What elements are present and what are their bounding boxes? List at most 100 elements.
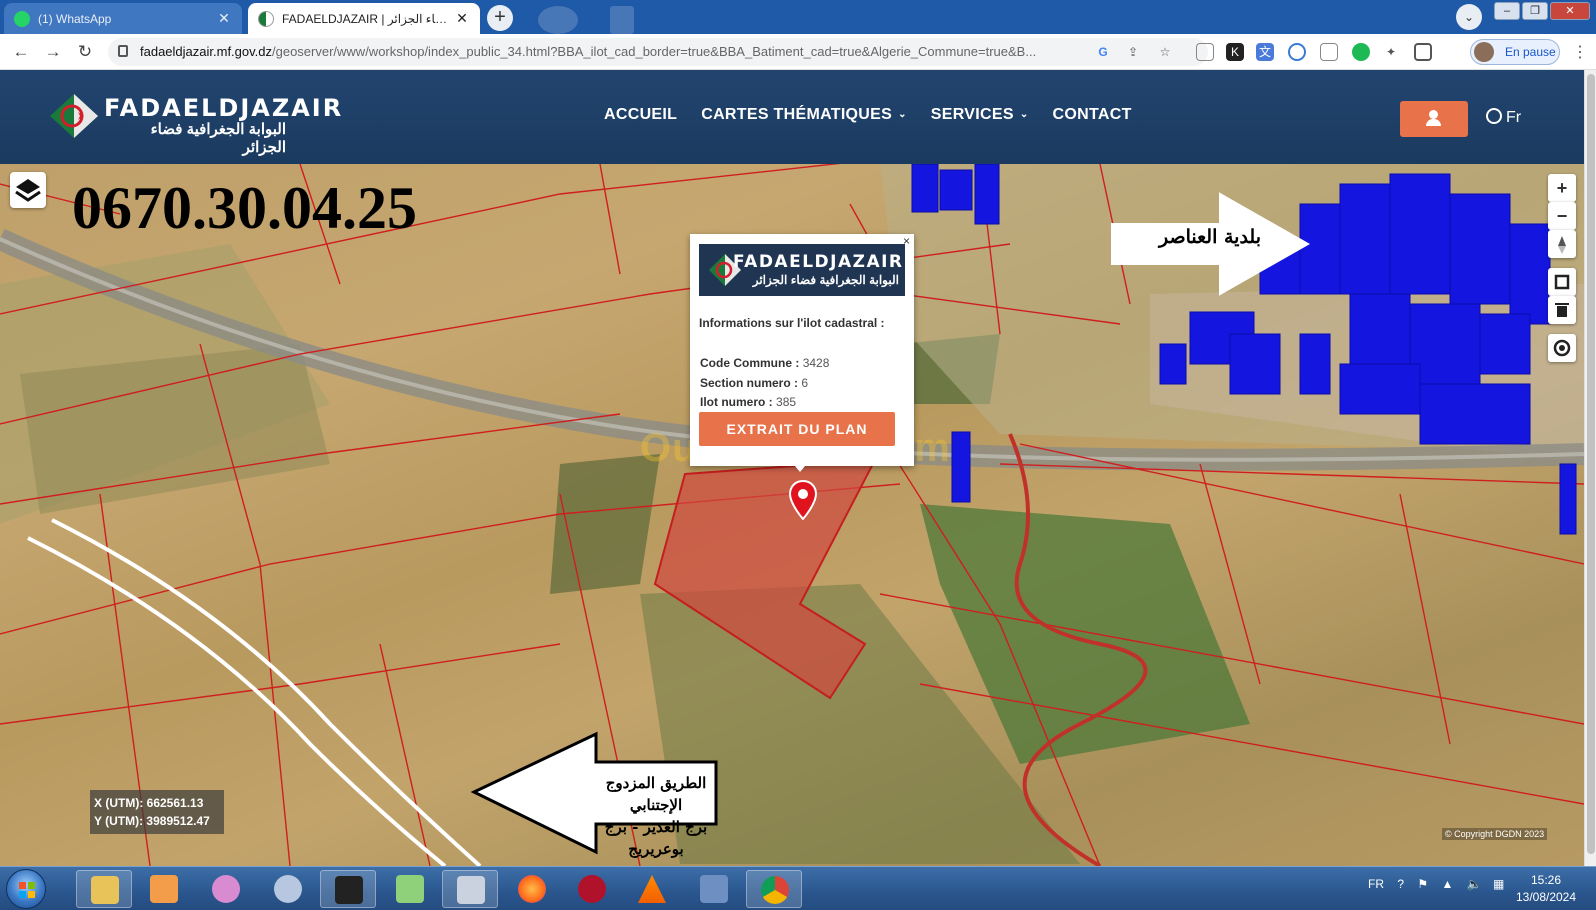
map-copyright: © Copyright DGDN 2023 (1442, 828, 1548, 840)
circle-extension-icon[interactable] (1288, 43, 1306, 61)
taskbar-notes[interactable] (382, 870, 438, 908)
taskbar-app-red[interactable] (564, 870, 620, 908)
extrait-du-plan-button[interactable]: EXTRAIT DU PLAN (699, 412, 895, 446)
map-marker-icon[interactable] (789, 480, 817, 520)
browser-tab-strip: (1) WhatsApp ✕ FADAELDJAZAIR | البوابة ا… (0, 0, 1596, 34)
road-label-line: برج الغدير - برج بوعريريج (604, 818, 708, 858)
user-login-button[interactable] (1400, 101, 1468, 137)
windows-logo-icon (19, 882, 35, 898)
utm-coordinates-readout: X (UTM): 662561.13 Y (UTM): 3989512.47 (90, 790, 224, 834)
taskbar-paint[interactable] (198, 870, 254, 908)
language-selector[interactable]: Fr (1486, 108, 1521, 127)
taskbar-file-explorer[interactable] (76, 870, 132, 908)
delete-drawing-button[interactable] (1548, 296, 1576, 324)
profile-label: En pause (1505, 45, 1556, 59)
taskbar-app-dark[interactable] (320, 870, 376, 908)
google-icon[interactable]: G (1094, 43, 1112, 61)
map-canvas[interactable]: 0670.30.04.25 بلدية العناصر الطريق المزد… (0, 164, 1584, 866)
forward-icon[interactable]: → (42, 41, 64, 63)
avatar (1474, 42, 1494, 62)
popup-pointer (790, 460, 810, 472)
zoom-out-button[interactable]: − (1548, 202, 1576, 230)
url-host: fadaeldjazair.mf.gov.dz (140, 44, 272, 59)
star-icon[interactable]: ☆ (1156, 43, 1174, 61)
menu-icon[interactable]: ⋮ (1572, 42, 1588, 62)
page-scrollbar[interactable] (1584, 70, 1596, 866)
vlc-icon (638, 875, 666, 903)
minimize-button[interactable]: – (1494, 2, 1520, 20)
k-extension-icon[interactable]: K (1226, 43, 1244, 61)
address-bar[interactable]: fadaeldjazair.mf.gov.dz/geoserver/www/wo… (108, 38, 1208, 66)
share-icon[interactable]: ⇪ (1124, 43, 1142, 61)
nav-label: ACCUEIL (604, 106, 678, 123)
taskbar-calculator[interactable] (442, 870, 498, 908)
nav-accueil[interactable]: ACCUEIL (604, 106, 677, 124)
document-extension-icon[interactable] (1320, 43, 1338, 61)
network-icon (700, 875, 728, 903)
clock-date: 13/08/2024 (1515, 890, 1577, 904)
site-header: FADAELDJAZAIR البوابة الجغرافية فضاء الج… (0, 70, 1584, 164)
restore-button[interactable]: ❐ (1522, 2, 1548, 20)
site-logo[interactable]: FADAELDJAZAIR البوابة الجغرافية فضاء الج… (48, 88, 341, 156)
translate-extension-icon[interactable]: 文 (1256, 43, 1274, 61)
url-text[interactable]: fadaeldjazair.mf.gov.dz/geoserver/www/wo… (140, 44, 1160, 59)
nav-contact[interactable]: CONTACT (1053, 106, 1132, 124)
taskbar-tool[interactable] (260, 870, 316, 908)
lock-icon (118, 45, 128, 57)
coord-x: X (UTM): 662561.13 (94, 796, 204, 810)
locate-me-button[interactable] (1548, 334, 1576, 362)
draw-area-button[interactable] (1548, 268, 1576, 296)
popup-heading: Informations sur l'ilot cadastral : (699, 316, 885, 330)
side-panel-icon[interactable] (1414, 43, 1432, 61)
coord-y: Y (UTM): 3989512.47 (94, 814, 210, 828)
network-status-icon[interactable]: ▦ (1493, 877, 1504, 891)
background-app-icon (538, 6, 578, 34)
popup-row-ilot: Ilot numero : 385 (700, 395, 796, 409)
scrollbar-thumb[interactable] (1587, 74, 1595, 854)
main-nav: ACCUEIL CARTES THÉMATIQUES ⌄ SERVICES ⌄ CO… (604, 106, 1132, 124)
zoom-in-button[interactable]: + (1548, 174, 1576, 202)
taskbar-media-player[interactable] (136, 870, 192, 908)
taskbar-vlc[interactable] (624, 870, 680, 908)
nav-cartes-thematiques[interactable]: CARTES THÉMATIQUES ⌄ (701, 106, 907, 124)
close-window-button[interactable]: ✕ (1550, 2, 1590, 20)
profile-button[interactable]: En pause (1470, 39, 1560, 65)
tab-fadaeldjazair[interactable]: FADAELDJAZAIR | البوابة الجغرافية فضاء ا… (248, 3, 480, 34)
nav-services[interactable]: SERVICES ⌄ (931, 106, 1029, 124)
close-tab-icon[interactable]: ✕ (216, 10, 232, 27)
media-player-icon (150, 875, 178, 903)
taskbar-firefox[interactable] (504, 870, 560, 908)
back-icon[interactable]: ← (10, 41, 32, 63)
red-app-icon (578, 875, 606, 903)
taskbar-chrome[interactable] (746, 870, 802, 908)
browser-toolbar: ← → ↻ fadaeldjazair.mf.gov.dz/geoserver/… (0, 34, 1596, 70)
flag-icon[interactable]: ⚑ (1417, 877, 1428, 891)
volume-icon[interactable]: 🔈 (1467, 877, 1482, 891)
taskbar-network[interactable] (686, 870, 742, 908)
row-label: Code Commune : (700, 356, 800, 370)
magnifier-tool-icon (274, 875, 302, 903)
shield-extension-icon[interactable] (1196, 43, 1214, 61)
locate-icon (1553, 339, 1571, 357)
trash-icon (1555, 303, 1569, 317)
reload-icon[interactable]: ↻ (74, 41, 96, 63)
window-controls: – ❐ ✕ (1494, 2, 1590, 20)
system-tray: FR ? ⚑ ▲ 🔈 ▦ (1368, 877, 1504, 891)
tab-whatsapp[interactable]: (1) WhatsApp ✕ (4, 3, 242, 34)
taskbar-clock[interactable]: 15:26 13/08/2024 (1508, 872, 1584, 906)
layers-toggle-button[interactable] (10, 172, 46, 208)
arrow-up-icon[interactable]: ▲ (1441, 877, 1453, 891)
start-button[interactable] (6, 869, 46, 909)
row-label: Section numero : (700, 376, 799, 390)
green-extension-icon[interactable] (1352, 43, 1370, 61)
tab-search-icon[interactable]: ⌄ (1456, 4, 1482, 30)
logo-emblem-icon (50, 94, 98, 138)
new-tab-button[interactable]: + (487, 5, 513, 31)
folder-icon (91, 876, 119, 904)
close-tab-icon[interactable]: ✕ (454, 10, 470, 27)
compass-button[interactable] (1548, 230, 1576, 258)
puzzle-icon[interactable]: ✦ (1382, 43, 1400, 61)
firefox-icon (518, 875, 546, 903)
help-icon[interactable]: ? (1397, 877, 1404, 891)
input-language[interactable]: FR (1368, 877, 1384, 891)
